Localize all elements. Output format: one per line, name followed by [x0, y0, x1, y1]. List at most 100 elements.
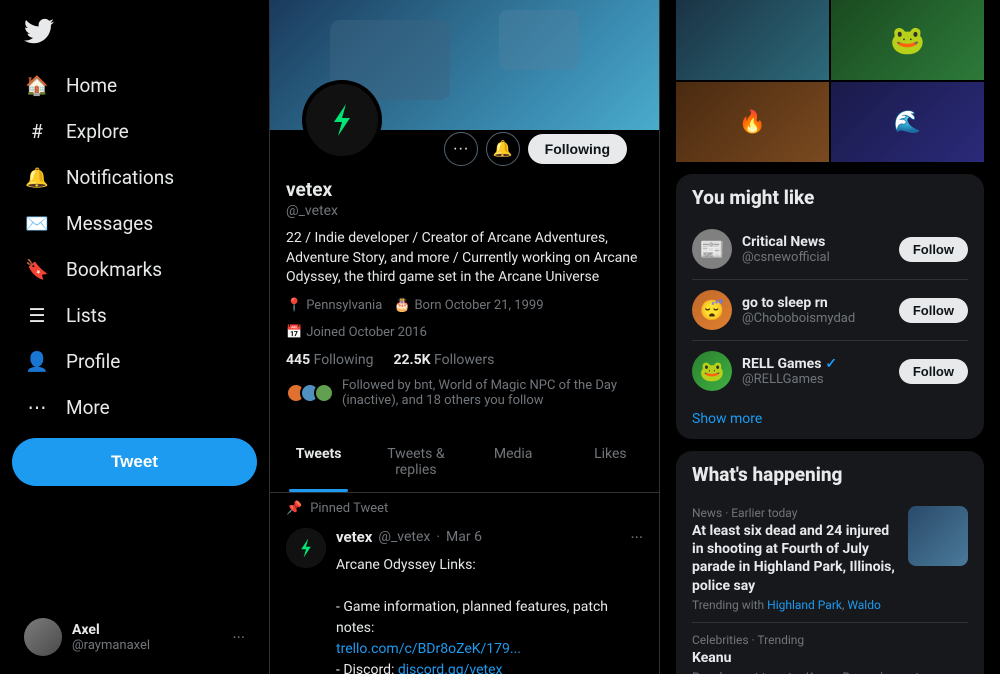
sidebar-item-label: Messages [66, 212, 153, 235]
person-icon: 👤 [24, 348, 50, 374]
tweet-line-3: - Discord: [336, 662, 398, 674]
suggest-handle-2: @RELLGames [742, 372, 889, 387]
you-might-like-title: You might like [692, 186, 968, 209]
followed-by: Followed by bnt, World of Magic NPC of t… [286, 378, 643, 408]
sidebar-item-label: Home [66, 74, 117, 97]
tab-media[interactable]: Media [465, 432, 562, 492]
profile-meta: 📍 Pennsylvania 🎂 Born October 21, 1999 📅… [286, 298, 643, 340]
sidebar-user-footer[interactable]: Axel @raymanaxel ··· [12, 608, 257, 666]
footer-user-info: Axel @raymanaxel [72, 622, 150, 653]
profile-joined: 📅 Joined October 2016 [286, 325, 427, 340]
footer-name: Axel [72, 622, 150, 638]
profile-bio: 22 / Indie developer / Creator of Arcane… [286, 229, 643, 288]
mail-icon: ✉️ [24, 210, 50, 236]
twitter-logo [12, 8, 257, 58]
sidebar-item-label: Bookmarks [66, 258, 162, 281]
follow-button-1[interactable]: Follow [899, 298, 968, 323]
whats-happening-title: What's happening [692, 463, 968, 486]
bell-icon: 🔔 [24, 164, 50, 190]
tab-tweets[interactable]: Tweets [270, 432, 367, 492]
thumbnail-1 [676, 0, 829, 80]
happening-headline-0[interactable]: At least six dead and 24 injured in shoo… [692, 522, 898, 595]
more-options-button[interactable]: ··· [444, 132, 478, 166]
tweet-line-1: Arcane Odyssey Links: [336, 555, 643, 576]
profile-avatar [302, 80, 382, 160]
sidebar-item-home[interactable]: 🏠 Home [12, 62, 257, 108]
sidebar-item-label: Notifications [66, 166, 174, 189]
explore-icon: # [24, 118, 50, 144]
suggest-info-1: go to sleep rn @Choboboismydad [742, 295, 889, 326]
follow-button-2[interactable]: Follow [899, 359, 968, 384]
bookmark-icon: 🔖 [24, 256, 50, 282]
you-might-like-section: You might like 📰 Critical News @csnewoff… [676, 174, 984, 439]
profile-info: vetex @_vetex 22 / Indie developer / Cre… [270, 178, 659, 420]
tweet-date-val: Mar 6 [446, 529, 482, 545]
sidebar-item-explore[interactable]: # Explore [12, 108, 257, 154]
profile-handle: @_vetex [286, 203, 643, 219]
footer-more-icon: ··· [232, 628, 245, 647]
followers-stat[interactable]: 22.5K Followers [393, 352, 494, 368]
sidebar-item-label: More [66, 396, 110, 419]
right-sidebar: 🔥 🌊 You might like 📰 Critical News @csne… [660, 0, 1000, 674]
suggest-item-0: 📰 Critical News @csnewofficial Follow [692, 219, 968, 280]
sidebar-item-more[interactable]: ⋯ More [12, 384, 257, 430]
tweet-button[interactable]: Tweet [12, 438, 257, 486]
show-more-link[interactable]: Show more [692, 401, 968, 427]
suggest-handle-0: @csnewofficial [742, 250, 889, 265]
tab-tweets-replies[interactable]: Tweets & replies [367, 432, 464, 492]
happening-meta-1: People react to actor Keanu Reeves' rece… [692, 670, 968, 674]
main-content: ··· 🔔 Following vetex @_vetex 22 / Indie… [270, 0, 660, 674]
highland-park-link[interactable]: Highland Park [767, 598, 842, 612]
thumbnail-3: 🔥 [676, 82, 829, 162]
sidebar-item-label: Lists [66, 304, 107, 327]
sidebar-item-label: Explore [66, 120, 129, 143]
tweet-author-handle: @_vetex [378, 529, 430, 545]
sidebar-item-profile[interactable]: 👤 Profile [12, 338, 257, 384]
tab-likes[interactable]: Likes [562, 432, 659, 492]
happening-meta-0: Trending with Highland Park, Waldo [692, 598, 898, 612]
followed-avatars [286, 383, 334, 403]
happening-headline-1[interactable]: Keanu [692, 649, 968, 667]
right-top-thumbnails: 🔥 🌊 [676, 0, 984, 162]
follow-button-0[interactable]: Follow [899, 237, 968, 262]
joined-icon: 📅 [286, 325, 302, 340]
list-icon: ☰ [24, 302, 50, 328]
profile-name: vetex [286, 178, 643, 201]
tweet-item: vetex @_vetex · Mar 6 ··· Arcane Odyssey… [270, 516, 659, 674]
sidebar-item-messages[interactable]: ✉️ Messages [12, 200, 257, 246]
left-sidebar: 🏠 Home # Explore 🔔 Notifications ✉️ Mess… [0, 0, 270, 674]
thumbnail-2 [831, 0, 984, 80]
thumbnail-4: 🌊 [831, 82, 984, 162]
waldo-link[interactable]: Waldo [847, 598, 881, 612]
profile-stats: 445 Following 22.5K Followers [286, 352, 643, 368]
tweet-author-name: vetex [336, 528, 372, 546]
tweet-avatar [286, 528, 326, 568]
following-stat[interactable]: 445 Following [286, 352, 373, 368]
suggest-info-0: Critical News @csnewofficial [742, 234, 889, 265]
suggest-item-2: 🐸 RELL Games ✓ @RELLGames Follow [692, 341, 968, 401]
born-icon: 🎂 [394, 298, 410, 313]
tweet-content: Arcane Odyssey Links: - Game information… [336, 555, 643, 674]
sidebar-item-notifications[interactable]: 🔔 Notifications [12, 154, 257, 200]
happening-image-0 [908, 506, 968, 566]
suggest-name-0: Critical News [742, 234, 889, 250]
sidebar-item-lists[interactable]: ☰ Lists [12, 292, 257, 338]
tweet-meta: vetex @_vetex · Mar 6 ··· [336, 528, 643, 547]
profile-location: 📍 Pennsylvania [286, 298, 382, 313]
suggest-avatar-1: 😴 [692, 290, 732, 330]
tweet-discord-link[interactable]: discord.gg/vetex [398, 662, 503, 674]
tweet-trello-link[interactable]: trello.com/c/BDr8oZeK/179... [336, 641, 521, 657]
tweet-more-button[interactable]: ··· [630, 528, 643, 547]
suggest-info-2: RELL Games ✓ @RELLGames [742, 356, 889, 387]
suggest-name-1: go to sleep rn [742, 295, 889, 311]
whats-happening-section: What's happening News · Earlier today At… [676, 451, 984, 674]
following-button[interactable]: Following [528, 134, 627, 164]
footer-handle: @raymanaxel [72, 638, 150, 653]
suggest-avatar-2: 🐸 [692, 351, 732, 391]
profile-born: 🎂 Born October 21, 1999 [394, 298, 543, 313]
notification-bell-button[interactable]: 🔔 [486, 132, 520, 166]
home-icon: 🏠 [24, 72, 50, 98]
sidebar-item-bookmarks[interactable]: 🔖 Bookmarks [12, 246, 257, 292]
pinned-label: 📌 Pinned Tweet [270, 493, 659, 516]
verified-badge-2: ✓ [825, 356, 837, 372]
